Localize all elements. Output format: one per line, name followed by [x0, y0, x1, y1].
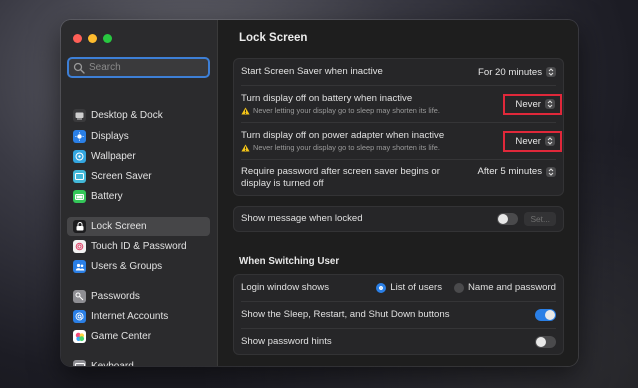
- sidebar-item-label: Game Center: [91, 331, 152, 342]
- show-message-toggle[interactable]: [497, 213, 519, 225]
- lock-icon: [73, 220, 86, 233]
- require-password-row: Require password after screen saver begi…: [234, 160, 563, 196]
- sidebar-item-label: Screen Saver: [91, 171, 152, 182]
- keyboard-icon: [73, 360, 86, 366]
- login-window-row: Login window shows List of users Name an…: [234, 275, 563, 301]
- display-settings-panel: Start Screen Saver when inactive For 20 …: [233, 58, 564, 196]
- login-window-label: Login window shows: [241, 282, 329, 293]
- sidebar-item-battery[interactable]: Battery: [67, 187, 210, 206]
- display-adapter-value: Never: [515, 135, 541, 147]
- search-input[interactable]: [89, 62, 199, 73]
- main-pane: Lock Screen Start Screen Saver when inac…: [218, 20, 578, 366]
- at-sign-icon: [73, 310, 86, 323]
- displays-icon: [73, 130, 86, 143]
- sidebar-item-label: Displays: [91, 131, 129, 142]
- window-controls: [73, 34, 112, 43]
- require-password-value: After 5 minutes: [477, 166, 542, 177]
- sidebar-item-label: Battery: [91, 191, 123, 202]
- show-message-row: Show message when locked Set...: [234, 207, 563, 231]
- radio-selected-icon: [376, 283, 387, 293]
- chevron-up-down-icon: [545, 136, 555, 146]
- password-hints-label: Show password hints: [241, 336, 332, 347]
- sleep-buttons-row: Show the Sleep, Restart, and Shut Down b…: [234, 302, 563, 328]
- require-password-popup[interactable]: After 5 minutes: [477, 166, 556, 177]
- sidebar-item-users-groups[interactable]: Users & Groups: [67, 257, 210, 276]
- fingerprint-icon: [73, 240, 86, 253]
- screen-saver-popup[interactable]: For 20 minutes: [478, 67, 556, 78]
- desktop-dock-icon: [73, 109, 86, 122]
- sidebar-item-label: Touch ID & Password: [91, 241, 187, 252]
- sleep-buttons-label: Show the Sleep, Restart, and Shut Down b…: [241, 309, 450, 320]
- key-icon: [73, 290, 86, 303]
- users-groups-icon: [73, 260, 86, 273]
- sidebar-item-touch-id-password[interactable]: Touch ID & Password: [67, 237, 210, 256]
- sidebar-item-label: Keyboard: [91, 361, 134, 366]
- sidebar-item-screen-saver[interactable]: Screen Saver: [67, 167, 210, 186]
- radio-name-and-password-label: Name and password: [468, 282, 556, 293]
- display-battery-note: Never letting your display go to sleep m…: [241, 106, 440, 115]
- require-password-label-line2: display is turned off: [241, 178, 324, 189]
- require-password-label: Require password after screen saver begi…: [241, 166, 440, 190]
- sidebar-item-keyboard[interactable]: Keyboard: [67, 357, 210, 366]
- sidebar-item-passwords[interactable]: Passwords: [67, 287, 210, 306]
- password-hints-toggle[interactable]: [535, 336, 556, 348]
- display-adapter-label: Turn display off on power adapter when i…: [241, 130, 445, 141]
- display-battery-label: Turn display off on battery when inactiv…: [241, 93, 413, 104]
- sidebar-item-label: Lock Screen: [91, 221, 147, 232]
- search-icon: [73, 62, 85, 74]
- sidebar-item-wallpaper[interactable]: Wallpaper: [67, 147, 210, 166]
- radio-list-of-users[interactable]: List of users: [376, 282, 442, 294]
- display-adapter-popup[interactable]: Never: [503, 130, 562, 152]
- display-adapter-row: Turn display off on power adapter when i…: [234, 123, 563, 159]
- show-message-label: Show message when locked: [241, 213, 363, 224]
- screen-saver-row: Start Screen Saver when inactive For 20 …: [234, 59, 563, 85]
- sidebar-item-desktop-dock[interactable]: Desktop & Dock: [67, 106, 210, 125]
- sidebar-item-label: Desktop & Dock: [91, 110, 163, 121]
- sidebar-item-label: Users & Groups: [91, 261, 163, 272]
- battery-icon: [73, 190, 86, 203]
- warning-icon: [241, 106, 250, 115]
- game-center-icon: [73, 330, 86, 343]
- sidebar-item-label: Internet Accounts: [91, 311, 169, 322]
- zoom-button[interactable]: [103, 34, 112, 43]
- require-password-label-line1: Require password after screen saver begi…: [241, 166, 440, 177]
- sidebar-item-label: Wallpaper: [91, 151, 136, 162]
- close-button[interactable]: [73, 34, 82, 43]
- chevron-up-down-icon: [545, 99, 555, 109]
- minimize-button[interactable]: [88, 34, 97, 43]
- search-field[interactable]: [67, 57, 210, 78]
- sidebar-item-game-center[interactable]: Game Center: [67, 327, 210, 346]
- radio-unselected-icon: [454, 283, 464, 293]
- set-message-button[interactable]: Set...: [524, 212, 556, 226]
- display-battery-note-text: Never letting your display go to sleep m…: [253, 106, 440, 115]
- screen-saver-label: Start Screen Saver when inactive: [241, 66, 383, 77]
- show-message-panel: Show message when locked Set...: [233, 206, 564, 232]
- display-battery-row: Turn display off on battery when inactiv…: [234, 86, 563, 122]
- screen-saver-icon: [73, 170, 86, 183]
- sidebar-item-lock-screen[interactable]: Lock Screen: [67, 217, 210, 236]
- chevron-up-down-icon: [546, 67, 556, 77]
- sidebar-item-label: Passwords: [91, 291, 140, 302]
- section-title-switching-user: When Switching User: [239, 256, 340, 267]
- wallpaper-icon: [73, 150, 86, 163]
- display-battery-value: Never: [515, 98, 541, 110]
- screen-saver-value: For 20 minutes: [478, 66, 542, 78]
- sleep-buttons-toggle[interactable]: [535, 309, 556, 321]
- page-title: Lock Screen: [239, 32, 308, 44]
- sidebar: Desktop & Dock Displays Wallpaper Screen Sa…: [61, 20, 218, 366]
- password-hints-row: Show password hints: [234, 329, 563, 355]
- chevron-up-down-icon: [546, 166, 556, 177]
- settings-window: Desktop & Dock Displays Wallpaper Screen Sa…: [61, 20, 578, 366]
- warning-icon: [241, 143, 250, 152]
- display-battery-popup[interactable]: Never: [503, 93, 562, 115]
- switching-user-panel: Login window shows List of users Name an…: [233, 274, 564, 355]
- display-adapter-note-text: Never letting your display go to sleep m…: [253, 143, 440, 152]
- radio-name-and-password[interactable]: Name and password: [454, 282, 556, 294]
- sidebar-item-displays[interactable]: Displays: [67, 127, 210, 146]
- display-adapter-note: Never letting your display go to sleep m…: [241, 143, 444, 152]
- radio-list-of-users-label: List of users: [390, 282, 442, 293]
- sidebar-item-internet-accounts[interactable]: Internet Accounts: [67, 307, 210, 326]
